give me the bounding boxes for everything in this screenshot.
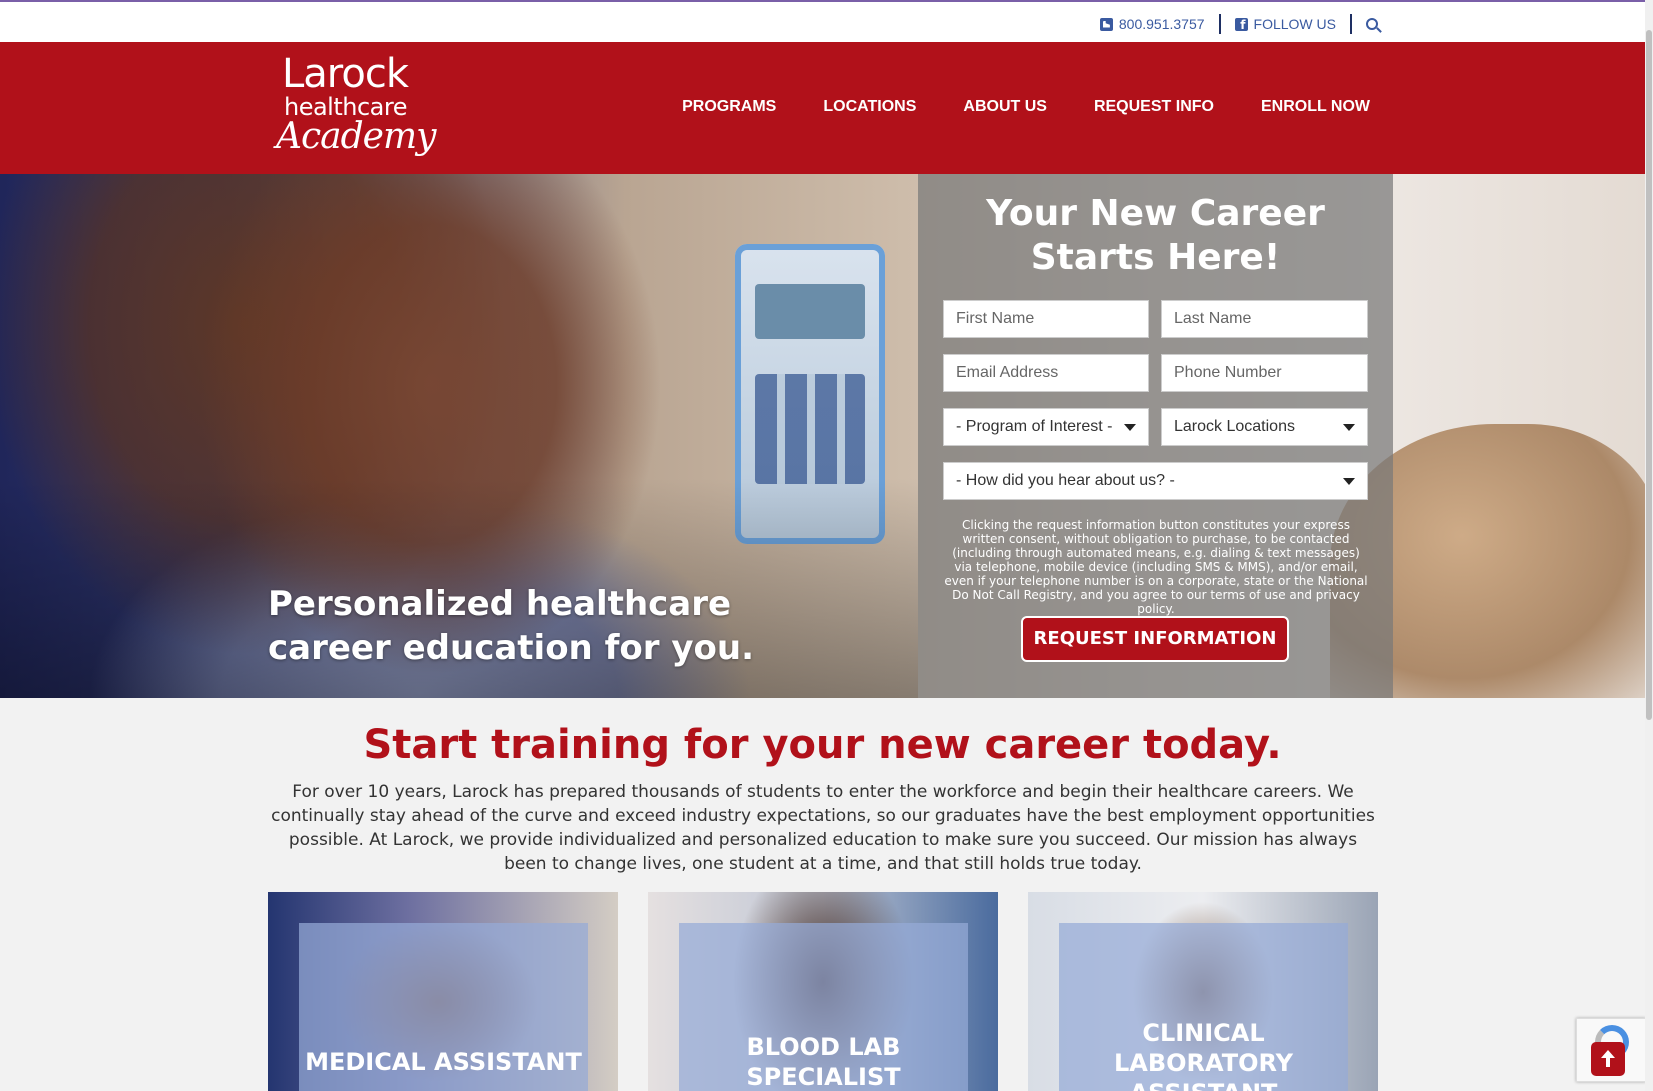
phone-number: 800.951.3757 xyxy=(1118,16,1205,32)
form-title: Your New Career Starts Here! xyxy=(986,193,1325,278)
scrollbar[interactable] xyxy=(1645,0,1653,1091)
phone-field[interactable]: Phone Number xyxy=(1161,354,1368,392)
facebook-icon xyxy=(1234,17,1248,32)
first-name-field[interactable]: First Name xyxy=(943,300,1149,338)
program-card-medical-assistant[interactable]: MEDICAL ASSISTANT xyxy=(268,892,618,1091)
last-name-field[interactable]: Last Name xyxy=(1161,300,1368,338)
intro-paragraph: For over 10 years, Larock has prepared t… xyxy=(271,782,1375,874)
scrollbar-thumb[interactable] xyxy=(1646,30,1652,720)
hero-banner: Personalized healthcare career education… xyxy=(0,174,1645,698)
main-nav: PROGRAMS LOCATIONS ABOUT US REQUEST INFO… xyxy=(682,98,1370,116)
program-card-label: BLOOD LAB SPECIALIST xyxy=(746,1033,901,1091)
scroll-to-top-button[interactable] xyxy=(1591,1042,1625,1076)
phone-icon xyxy=(1099,17,1113,31)
program-select[interactable]: - Program of Interest - xyxy=(943,408,1149,446)
phone-link[interactable]: 800.951.3757 xyxy=(1099,16,1205,32)
nav-programs[interactable]: PROGRAMS xyxy=(682,98,776,116)
iv-screen xyxy=(755,284,865,339)
logo-line-3: Academy xyxy=(276,116,436,157)
divider xyxy=(1350,14,1352,34)
request-information-button[interactable]: REQUEST INFORMATION xyxy=(1021,616,1289,662)
nav-locations[interactable]: LOCATIONS xyxy=(823,98,916,116)
utility-bar: 800.951.3757 FOLLOW US xyxy=(0,0,1653,42)
site-header: Larock healthcare Academy PROGRAMS LOCAT… xyxy=(0,42,1645,174)
referral-select[interactable]: - How did you hear about us? - xyxy=(943,462,1368,500)
consent-disclaimer: Clicking the request information button … xyxy=(944,518,1368,616)
program-card-clinical-laboratory-assistant[interactable]: CLINICAL LABORATORY ASSISTANT xyxy=(1028,892,1378,1091)
nav-request-info[interactable]: REQUEST INFO xyxy=(1094,98,1214,116)
follow-us-label: FOLLOW US xyxy=(1253,16,1336,32)
search-icon xyxy=(1366,18,1378,30)
hero-tagline: Personalized healthcare career education… xyxy=(268,584,754,668)
nav-enroll-now[interactable]: ENROLL NOW xyxy=(1261,98,1370,116)
divider xyxy=(1218,14,1221,34)
logo-line-1: Larock xyxy=(282,51,409,97)
program-card-blood-lab-specialist[interactable]: BLOOD LAB SPECIALIST xyxy=(648,892,998,1091)
request-info-form: Your New Career Starts Here! First Name … xyxy=(918,174,1393,698)
site-logo[interactable]: Larock healthcare Academy xyxy=(274,51,436,167)
search-button[interactable] xyxy=(1366,18,1378,30)
iv-keys xyxy=(755,374,865,484)
nav-about-us[interactable]: ABOUT US xyxy=(963,98,1047,116)
location-select[interactable]: Larock Locations xyxy=(1161,408,1368,446)
utility-links: 800.951.3757 FOLLOW US xyxy=(1099,14,1378,34)
program-card-label: MEDICAL ASSISTANT xyxy=(305,1048,582,1076)
intro-heading: Start training for your new career today… xyxy=(363,722,1282,768)
email-field[interactable]: Email Address xyxy=(943,354,1149,392)
follow-us-link[interactable]: FOLLOW US xyxy=(1234,16,1336,32)
program-card-label: CLINICAL LABORATORY ASSISTANT xyxy=(1113,1019,1294,1091)
